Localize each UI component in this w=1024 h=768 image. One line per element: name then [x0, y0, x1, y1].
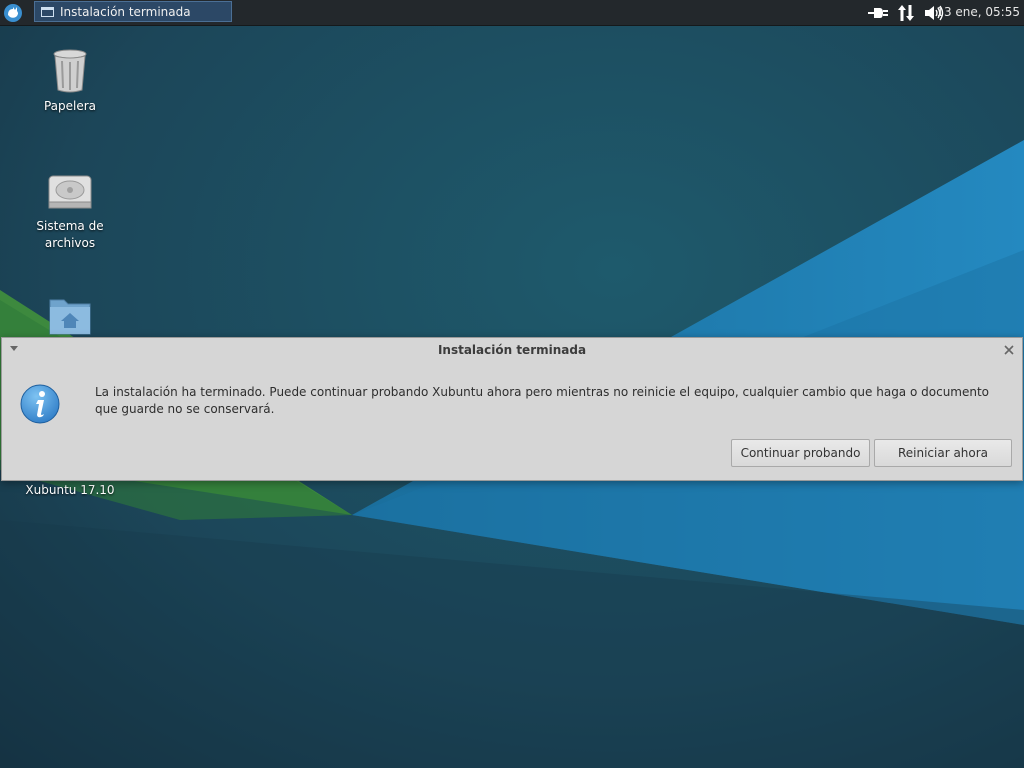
power-plug-icon[interactable]	[868, 5, 888, 21]
dialog-titlebar[interactable]: Instalación terminada	[2, 338, 1022, 362]
dialog-title: Instalación terminada	[437, 343, 587, 357]
desktop-icon-home[interactable]	[22, 294, 118, 336]
window-icon	[41, 6, 54, 17]
desktop-icon-filesystem[interactable]: Sistema de archivos	[22, 172, 118, 252]
desktop-icon-label: Sistema de archivos	[36, 219, 104, 250]
taskbar-window-title: Instalación terminada	[60, 4, 191, 19]
trash-icon	[53, 49, 87, 93]
whisker-menu-button[interactable]	[2, 2, 24, 23]
continue-testing-button[interactable]: Continuar probando	[731, 439, 870, 467]
home-folder-icon	[49, 299, 91, 335]
hard-drive-icon	[48, 175, 92, 209]
restart-now-button[interactable]: Reiniciar ahora	[874, 439, 1012, 467]
info-icon	[20, 384, 60, 424]
desktop-icon-label: Papelera	[43, 99, 97, 113]
network-arrows-icon[interactable]	[897, 4, 915, 22]
clock[interactable]: 13 ene, 05:55	[936, 5, 1020, 19]
desktop-icon-disc[interactable]: Xubuntu 17.10	[22, 482, 118, 499]
system-tray	[868, 3, 944, 22]
installation-finished-dialog: Instalación terminada La instalación ha …	[1, 337, 1023, 481]
desktop-icon-trash[interactable]: Papelera	[22, 48, 118, 115]
taskbar-window-button[interactable]: Instalación terminada	[34, 1, 232, 22]
dialog-message: La instalación ha terminado. Puede conti…	[95, 385, 990, 416]
top-panel: Instalación terminada 13 ene, 05:55	[0, 0, 1024, 26]
xubuntu-logo-icon	[4, 4, 22, 22]
close-icon[interactable]	[1002, 343, 1016, 357]
desktop-icon-label: Xubuntu 17.10	[25, 483, 115, 497]
